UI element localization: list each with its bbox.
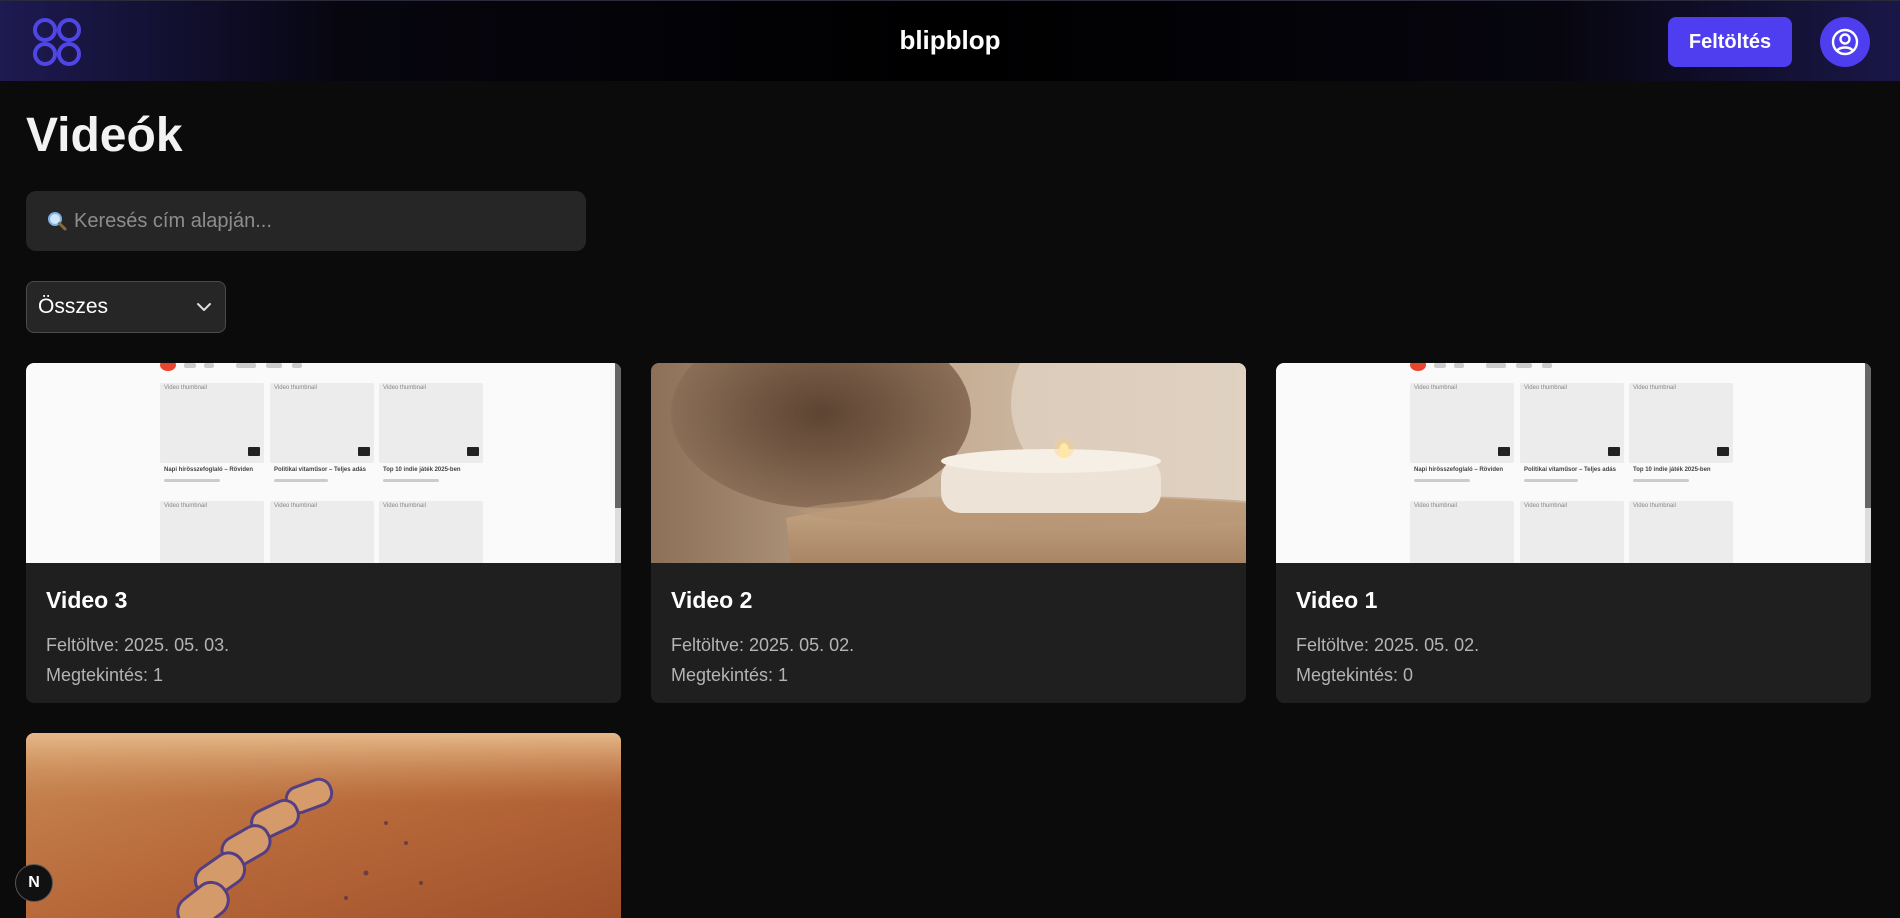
search-input[interactable] bbox=[74, 209, 554, 233]
view-count: Megtekintés: 1 bbox=[46, 665, 164, 685]
category-select-value: Összes bbox=[38, 295, 109, 318]
video-thumbnail[interactable] bbox=[651, 363, 1246, 563]
video-thumbnail[interactable]: Video thumbnail Video thumbnail Video th… bbox=[26, 363, 621, 563]
category-select[interactable]: Összes bbox=[26, 281, 226, 333]
video-card[interactable]: Video 2 Feltöltve: 2025. 05. 02. Megteki… bbox=[651, 363, 1246, 703]
view-count: Megtekintés: 0 bbox=[1296, 665, 1414, 685]
search-bar[interactable] bbox=[26, 191, 586, 251]
video-title[interactable]: Video 3 bbox=[46, 587, 601, 614]
chevron-down-icon bbox=[197, 303, 211, 311]
video-title[interactable]: Video 2 bbox=[671, 587, 1226, 614]
profile-button[interactable] bbox=[1820, 17, 1870, 67]
dev-tools-badge[interactable]: N bbox=[15, 864, 53, 902]
upload-date: Feltöltve: 2025. 05. 03. bbox=[46, 635, 230, 655]
video-card[interactable]: Video thumbnail Video thumbnail Video th… bbox=[1276, 363, 1871, 703]
view-count: Megtekintés: 1 bbox=[671, 665, 789, 685]
top-navbar: blipblop Feltöltés bbox=[0, 0, 1900, 81]
brand-title[interactable]: blipblop bbox=[0, 25, 1900, 56]
upload-date: Feltöltve: 2025. 05. 02. bbox=[671, 635, 855, 655]
magnifier-icon bbox=[48, 212, 67, 231]
video-card[interactable]: Video thumbnail Video thumbnail Video th… bbox=[26, 363, 621, 703]
video-card[interactable] bbox=[26, 733, 621, 918]
upload-button[interactable]: Feltöltés bbox=[1668, 17, 1792, 67]
page-title: Videók bbox=[26, 109, 183, 162]
video-thumbnail[interactable] bbox=[26, 733, 621, 918]
video-thumbnail[interactable]: Video thumbnail Video thumbnail Video th… bbox=[1276, 363, 1871, 563]
upload-date: Feltöltve: 2025. 05. 02. bbox=[1296, 635, 1480, 655]
user-circle-icon bbox=[1831, 28, 1859, 56]
video-title[interactable]: Video 1 bbox=[1296, 587, 1851, 614]
